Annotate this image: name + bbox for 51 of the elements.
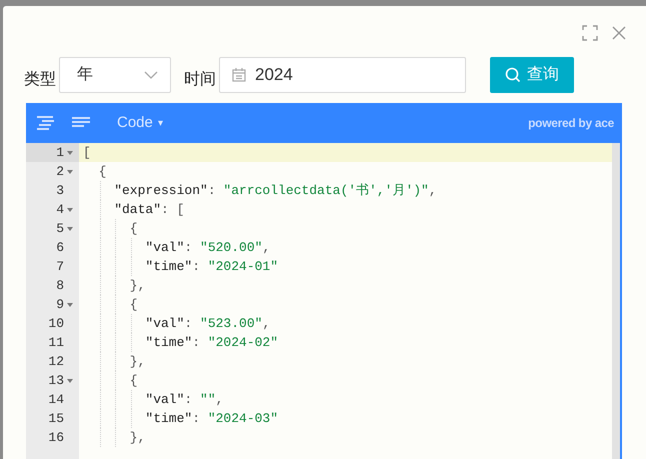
fold-icon[interactable] xyxy=(67,208,73,212)
line-number: 10 xyxy=(48,314,64,333)
compact-icon[interactable] xyxy=(71,116,91,130)
code-line: "time": "2024-01" xyxy=(144,258,278,276)
chevron-down-icon xyxy=(144,71,158,79)
field-label: 类型 xyxy=(24,70,56,90)
fold-icon[interactable] xyxy=(67,150,73,154)
code-line: }, xyxy=(128,428,146,447)
field-label: 时间 xyxy=(184,70,216,90)
code-line: { xyxy=(98,162,106,181)
code-line: { xyxy=(128,372,138,390)
line-number: 13 xyxy=(48,372,64,390)
code-line: "val": "520.00", xyxy=(144,238,270,257)
line-number: 6 xyxy=(56,238,64,257)
fold-icon[interactable] xyxy=(67,378,73,382)
line-number: 2 xyxy=(56,162,64,181)
line-number: 14 xyxy=(48,390,64,409)
close-icon[interactable] xyxy=(612,26,626,40)
code-line: }, xyxy=(128,276,146,295)
line-number: 3 xyxy=(56,182,64,200)
scrollbar[interactable] xyxy=(612,143,620,459)
code-line: [ xyxy=(83,144,91,162)
line-number: 1 xyxy=(56,144,64,162)
brand-text: powered by ace xyxy=(528,115,614,132)
line-number: 5 xyxy=(56,220,64,238)
search-icon xyxy=(505,67,521,83)
line-number: 15 xyxy=(48,410,64,428)
code-line: { xyxy=(128,220,138,238)
code-line: "val": "523.00", xyxy=(144,314,270,333)
code-line: "time": "2024-03" xyxy=(144,410,278,428)
line-number: 7 xyxy=(56,258,64,276)
line-number: 8 xyxy=(56,276,64,295)
fold-icon[interactable] xyxy=(67,226,73,230)
code-line: "time": "2024-02" xyxy=(144,334,278,352)
line-number: 9 xyxy=(56,296,64,314)
code-line: "val": "", xyxy=(144,390,224,409)
calendar-icon xyxy=(232,68,246,82)
line-number: 12 xyxy=(48,352,64,371)
line-number: 11 xyxy=(48,334,64,352)
type-select[interactable]: 年 xyxy=(59,57,171,93)
date-field[interactable]: 2024 xyxy=(219,57,466,93)
code-line: { xyxy=(128,296,138,314)
fold-icon[interactable] xyxy=(67,170,73,174)
line-number: 16 xyxy=(48,428,64,447)
code-line: }, xyxy=(128,352,146,371)
code-line: "data": [ xyxy=(113,200,184,219)
code-line: "expression": "arrcollectdata('书','月')", xyxy=(113,182,437,200)
line-number: 4 xyxy=(56,200,64,219)
format-icon[interactable] xyxy=(36,115,56,131)
fullscreen-icon[interactable] xyxy=(582,25,598,41)
fold-icon[interactable] xyxy=(67,302,73,306)
